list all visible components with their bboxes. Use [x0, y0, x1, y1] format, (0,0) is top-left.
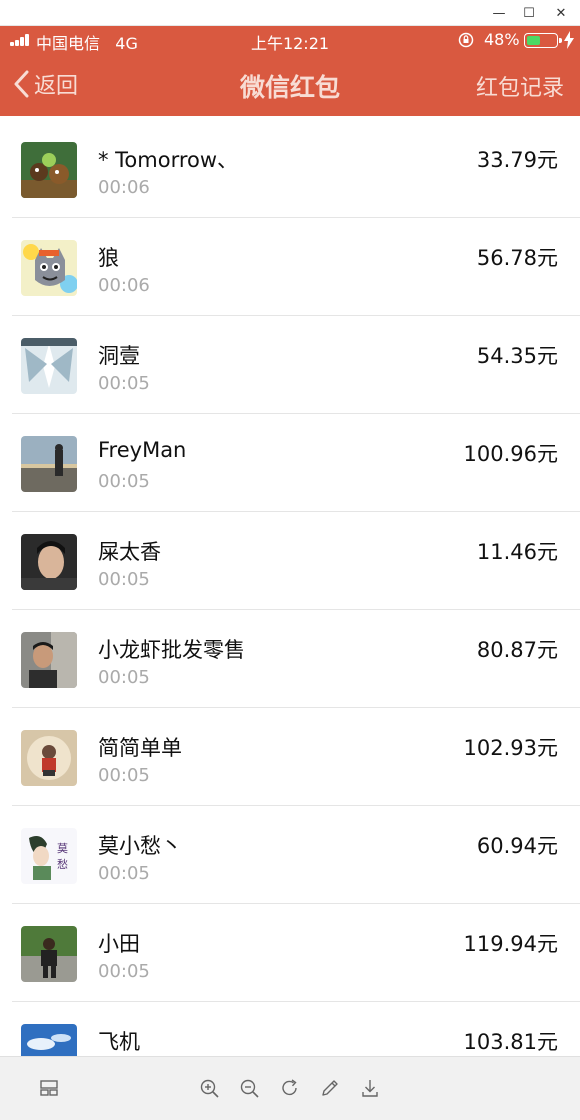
- beach-sunset-avatar: [21, 436, 77, 492]
- battery-percent: 48%: [484, 30, 520, 49]
- list-item[interactable]: 狼 00:06 56.78元: [0, 218, 580, 316]
- red-packet-records-link[interactable]: 红包记录: [476, 70, 564, 102]
- receive-time: 00:05: [98, 765, 150, 786]
- packet-amount: 100.96元: [463, 442, 558, 466]
- sender-name: 小龙虾批发零售: [98, 638, 245, 662]
- receive-time: 00:05: [98, 569, 150, 590]
- packet-amount: 33.79元: [476, 148, 558, 172]
- sender-name: 简简单单: [98, 736, 182, 760]
- sender-name: 狼: [98, 246, 119, 270]
- sender-name: 小田: [98, 932, 140, 956]
- packet-amount: 102.93元: [463, 736, 558, 760]
- outdoor-person-avatar: [21, 926, 77, 982]
- sender-name: FreyMan: [98, 438, 187, 462]
- thumbnails-icon[interactable]: [38, 1077, 60, 1099]
- list-item[interactable]: 洞壹 00:05 54.35元: [0, 316, 580, 414]
- receive-time: 00:05: [98, 961, 150, 982]
- status-bar: 中国电信 4G 上午12:21 48%: [0, 26, 580, 54]
- minimize-button[interactable]: —: [488, 3, 510, 23]
- blue-sky-avatar: [21, 1024, 77, 1056]
- navigation-bar: 返回 微信红包 红包记录: [0, 54, 580, 116]
- packet-amount: 80.87元: [476, 638, 558, 662]
- list-item[interactable]: 小田 00:05 119.94元: [0, 904, 580, 1002]
- list-item[interactable]: * Tomorrow、 00:06 33.79元: [0, 120, 580, 218]
- window-titlebar: — ☐ ✕: [0, 0, 580, 26]
- close-button[interactable]: ✕: [550, 3, 572, 23]
- actor-portrait-avatar: [21, 534, 77, 590]
- sender-name: 洞壹: [98, 344, 140, 368]
- list-item[interactable]: 小龙虾批发零售 00:05 80.87元: [0, 610, 580, 708]
- sender-name: * Tomorrow、: [98, 148, 239, 172]
- packet-amount: 60.94元: [476, 834, 558, 858]
- maximize-button[interactable]: ☐: [518, 3, 540, 23]
- packet-amount: 11.46元: [476, 540, 558, 564]
- receive-time: 00:05: [98, 373, 150, 394]
- rotation-lock-icon: [458, 32, 474, 48]
- list-item[interactable]: 莫愁 莫小愁丶 00:05 60.94元: [0, 806, 580, 904]
- anime-character-avatar: 莫愁: [21, 828, 77, 884]
- receive-time: 00:05: [98, 667, 150, 688]
- packet-amount: 56.78元: [476, 246, 558, 270]
- child-photo-avatar: [21, 730, 77, 786]
- packet-amount: 54.35元: [476, 344, 558, 368]
- receive-time: 00:06: [98, 275, 150, 296]
- zoom-in-icon[interactable]: [198, 1077, 220, 1099]
- receive-time: 00:06: [98, 177, 150, 198]
- sender-name: 莫小愁丶: [98, 834, 182, 858]
- svg-text:愁: 愁: [57, 858, 68, 871]
- list-item[interactable]: 简简单单 00:05 102.93元: [0, 708, 580, 806]
- edit-icon[interactable]: [319, 1077, 341, 1099]
- packet-amount: 119.94元: [463, 932, 558, 956]
- list-item[interactable]: 屎太香 00:05 11.46元: [0, 512, 580, 610]
- grey-wolf-avatar: [21, 240, 77, 296]
- ice-art-avatar: [21, 338, 77, 394]
- app-header: 中国电信 4G 上午12:21 48% 返回 微信红包 红包记录: [0, 26, 580, 116]
- charging-bolt-icon: [564, 31, 574, 49]
- sender-name: 飞机: [98, 1030, 140, 1054]
- download-icon[interactable]: [359, 1077, 381, 1099]
- svg-text:莫: 莫: [57, 842, 68, 855]
- zoom-out-icon[interactable]: [238, 1077, 260, 1099]
- receive-time: 00:05: [98, 863, 150, 884]
- red-packet-list[interactable]: * Tomorrow、 00:06 33.79元 狼 00:06 56.78元 …: [0, 120, 580, 1056]
- battery-icon: [524, 33, 562, 48]
- viewer-toolbar: [0, 1056, 580, 1120]
- list-item[interactable]: FreyMan 00:05 100.96元: [0, 414, 580, 512]
- car-selfie-avatar: [21, 632, 77, 688]
- sender-name: 屎太香: [98, 540, 161, 564]
- packet-amount: 103.81元: [463, 1030, 558, 1054]
- receive-time: 00:05: [98, 471, 150, 492]
- cartoon-bears-avatar: [21, 142, 77, 198]
- list-item[interactable]: 飞机 103.81元: [0, 1002, 580, 1056]
- rotate-icon[interactable]: [279, 1077, 301, 1099]
